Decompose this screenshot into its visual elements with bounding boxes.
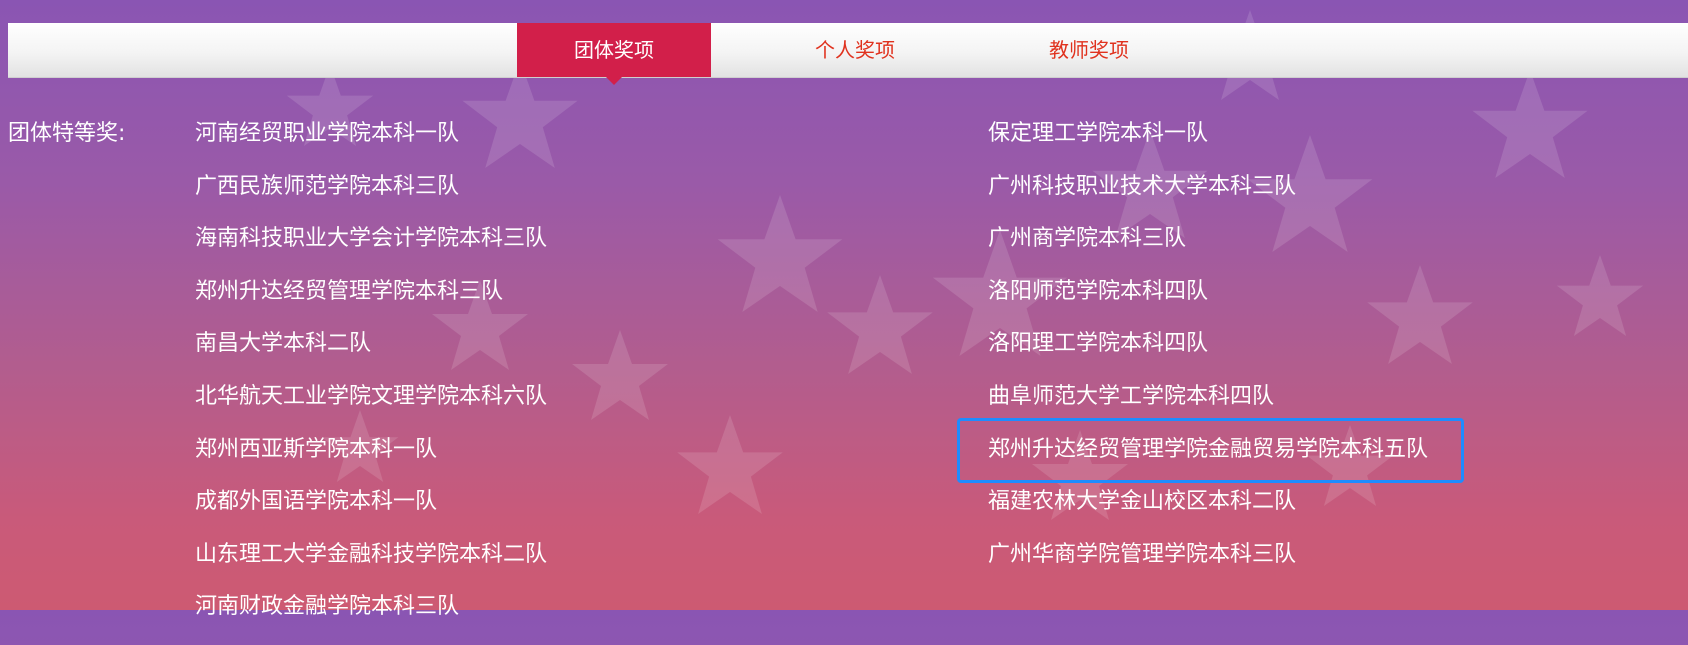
tab-individual-awards[interactable]: 个人奖项: [758, 23, 952, 77]
list-item: 河南经贸职业学院本科一队: [195, 121, 460, 146]
list-item: 广州商学院本科三队: [988, 226, 1187, 252]
list-item: 南昌大学本科二队: [195, 331, 372, 357]
list-item: 保定理工学院本科一队: [988, 121, 1209, 146]
right-team-list: 保定理工学院本科一队 广州科技职业技术大学本科三队 广州商学院本科三队 洛阳师范…: [956, 119, 1465, 592]
tab-teacher-awards[interactable]: 教师奖项: [992, 23, 1186, 77]
list-item: 洛阳师范学院本科四队: [988, 278, 1209, 304]
list-item: 郑州西亚斯学院本科一队: [195, 436, 438, 462]
list-item: 广西民族师范学院本科三队: [195, 173, 460, 199]
tab-team-awards[interactable]: 团体奖项: [517, 23, 711, 85]
highlighted-list-item: 郑州升达经贸管理学院金融贸易学院本科五队: [956, 417, 1465, 488]
left-team-list: 河南经贸职业学院本科一队 广西民族师范学院本科三队 海南科技职业大学会计学院本科…: [195, 119, 547, 645]
list-item: 洛阳理工学院本科四队: [988, 331, 1209, 357]
list-item: 广州科技职业技术大学本科三队: [988, 173, 1297, 199]
list-item: 河南财政金融学院本科三队: [195, 594, 460, 620]
list-item: 成都外国语学院本科一队: [195, 489, 438, 515]
list-item: 山东理工大学金融科技学院本科二队: [195, 541, 548, 567]
list-item: 广州华商学院管理学院本科三队: [988, 541, 1297, 567]
award-category-label: 团体特等奖:: [8, 121, 126, 146]
award-tab-bar: 团体奖项 个人奖项 教师奖项: [8, 23, 1688, 85]
list-item: 郑州升达经贸管理学院本科三队: [195, 278, 504, 304]
list-item: 北华航天工业学院文理学院本科六队: [195, 383, 548, 409]
list-item: 福建农林大学金山校区本科二队: [988, 489, 1297, 515]
list-item: 海南科技职业大学会计学院本科三队: [195, 226, 548, 252]
